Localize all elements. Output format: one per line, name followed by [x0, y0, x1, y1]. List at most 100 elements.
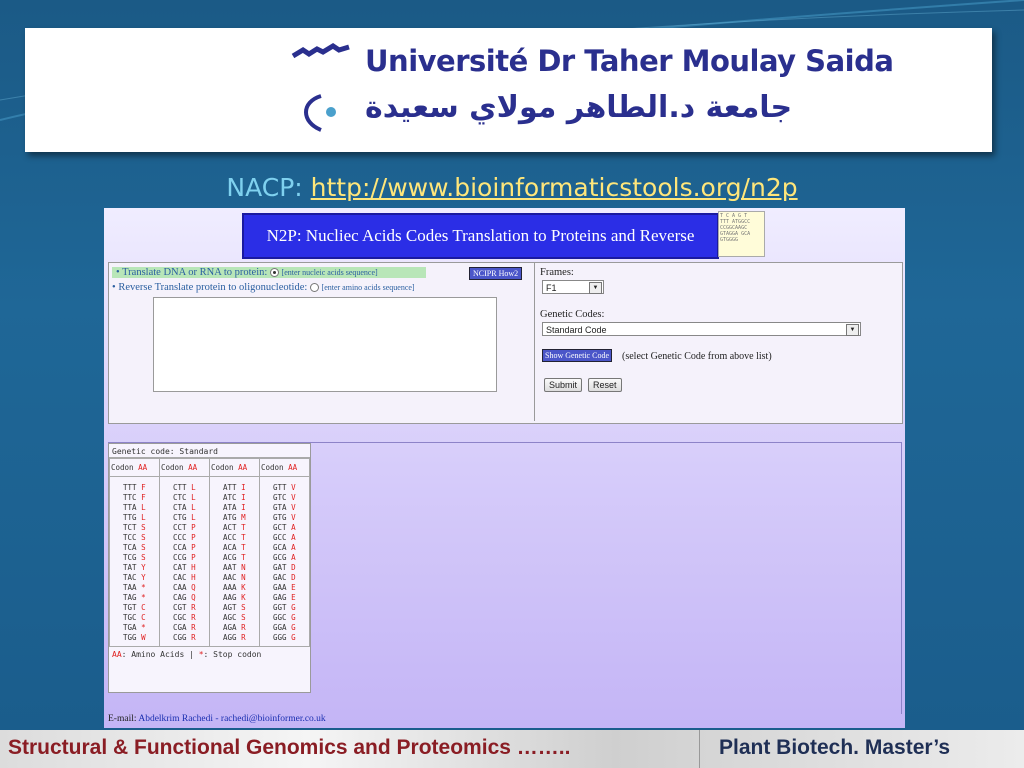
codon-row: GGT G [273, 603, 309, 613]
codon-column: CTT L CTC L CTA L CTG L CCT P CCC P CCA P CCG P… [159, 476, 210, 646]
translate-option[interactable]: • Translate DNA or RNA to protein: [ente… [112, 267, 426, 278]
amino-acid: L [191, 483, 196, 492]
codon: AGT [223, 603, 242, 612]
amino-acid: T [241, 553, 246, 562]
amino-acid: R [191, 613, 196, 622]
genetic-codes-select[interactable]: Standard Code ▼ [542, 322, 861, 336]
codon: GAA [273, 583, 292, 592]
codon: TAA [123, 583, 142, 592]
codon: CAC [173, 573, 192, 582]
amino-acid: * [141, 593, 146, 602]
reverse-option[interactable]: • Reverse Translate protein to oligonucl… [112, 282, 415, 293]
codon: ACA [223, 543, 242, 552]
codon: GCA [273, 543, 292, 552]
amino-acid: I [241, 493, 246, 502]
heading-link[interactable]: http://www.bioinformaticstools.org/n2p [311, 173, 798, 202]
translate-radio[interactable] [269, 268, 279, 278]
codon: GGT [273, 603, 292, 612]
codon: GTG [273, 513, 292, 522]
amino-acid: R [241, 623, 246, 632]
codon: TCT [123, 523, 142, 532]
header-aa: AA [288, 463, 298, 472]
codon-row: GTT V [273, 483, 309, 493]
amino-acid: V [291, 483, 296, 492]
codon: ACC [223, 533, 242, 542]
codon: ATT [223, 483, 242, 492]
codon: GAC [273, 573, 292, 582]
codon-table-header: Codon AA [159, 458, 210, 477]
legend-stop-text: : Stop codon [203, 650, 262, 659]
codon: TAC [123, 573, 142, 582]
codon: GGG [273, 633, 292, 642]
codon-row: TCT S [123, 523, 159, 533]
codon-row: CAT H [173, 563, 209, 573]
codon: AAC [223, 573, 242, 582]
codon-row: AAA K [223, 583, 259, 593]
amino-acid: P [191, 523, 196, 532]
frames-select[interactable]: F1 ▼ [542, 280, 604, 294]
codon: ATA [223, 503, 242, 512]
show-genetic-code-button[interactable]: Show Genetic Code [542, 349, 612, 362]
codon-row: AAC N [223, 573, 259, 583]
codon: ATG [223, 513, 242, 522]
codon-table-header: Codon AA [209, 458, 260, 477]
amino-acid: L [141, 513, 146, 522]
codon-row: TGT C [123, 603, 159, 613]
amino-acid: P [191, 543, 196, 552]
codon: CTT [173, 483, 192, 492]
slide-heading: NACP: http://www.bioinformaticstools.org… [0, 173, 1024, 202]
amino-acid: V [291, 513, 296, 522]
codon-row: CAA Q [173, 583, 209, 593]
codon-table-header: Codon AA [109, 458, 160, 477]
codon-row: CCG P [173, 553, 209, 563]
howto-button[interactable]: NCIPR How2 [469, 267, 523, 280]
amino-acid: G [291, 603, 296, 612]
codon: AGC [223, 613, 242, 622]
codon-row: GTC V [273, 493, 309, 503]
genetic-codes-label: Genetic Codes: [540, 309, 605, 320]
codon: GTT [273, 483, 292, 492]
codon: TCG [123, 553, 142, 562]
codon-row: AGG R [223, 633, 259, 643]
genetic-code-table: Genetic code: Standard Codon AA Codon AA C… [108, 443, 311, 693]
sequence-textarea[interactable] [153, 297, 497, 392]
codon: TAG [123, 593, 142, 602]
codon: GCG [273, 553, 292, 562]
codon: ATC [223, 493, 242, 502]
amino-acid: L [191, 493, 196, 502]
codon-row: TTC F [123, 493, 159, 503]
codon-row: CTG L [173, 513, 209, 523]
amino-acid: V [291, 503, 296, 512]
reset-button[interactable]: Reset [588, 378, 622, 392]
codon: GGA [273, 623, 292, 632]
header-codon: Codon [211, 463, 239, 472]
legend-aa: AA [112, 650, 122, 659]
chevron-down-icon: ▼ [846, 324, 859, 336]
codon-row: ACA T [223, 543, 259, 553]
footer-course-title: Structural & Functional Genomics and Pro… [8, 736, 571, 759]
reverse-label: Reverse Translate protein to oligonucleo… [118, 282, 308, 293]
codon-row: TCA S [123, 543, 159, 553]
codon-row: GGC G [273, 613, 309, 623]
codon-column: ATT I ATC I ATA I ATG M ACT T ACC T ACA T ACG T… [209, 476, 260, 646]
logo-name-arabic: جامعة د.الطاهر مولاي سعيدة [365, 90, 793, 125]
reverse-radio[interactable] [309, 283, 319, 293]
codon: GCC [273, 533, 292, 542]
amino-acid: D [291, 563, 296, 572]
codon-row: ACC T [223, 533, 259, 543]
amino-acid: S [141, 553, 146, 562]
amino-acid: G [291, 633, 296, 642]
header-aa: AA [188, 463, 198, 472]
amino-acid: M [241, 513, 246, 522]
frames-label: Frames: [540, 267, 574, 278]
submit-button[interactable]: Submit [544, 378, 583, 392]
email-link[interactable]: Abdelkrim Rachedi - rachedi@bioinformer.… [138, 714, 325, 724]
codon: CCG [173, 553, 192, 562]
codon-row: CGG R [173, 633, 209, 643]
university-logo-band: Université Dr Taher Moulay Saida جامعة د… [25, 28, 992, 152]
codon-row: CGC R [173, 613, 209, 623]
translate-label: Translate DNA or RNA to protein: [122, 267, 268, 278]
codon: GAT [273, 563, 292, 572]
codon-column: GTT V GTC V GTA V GTG V GCT A GCC A GCA A GCG A… [259, 476, 310, 646]
options-pane: Frames: F1 ▼ Genetic Codes: Standard Cod… [540, 263, 900, 421]
